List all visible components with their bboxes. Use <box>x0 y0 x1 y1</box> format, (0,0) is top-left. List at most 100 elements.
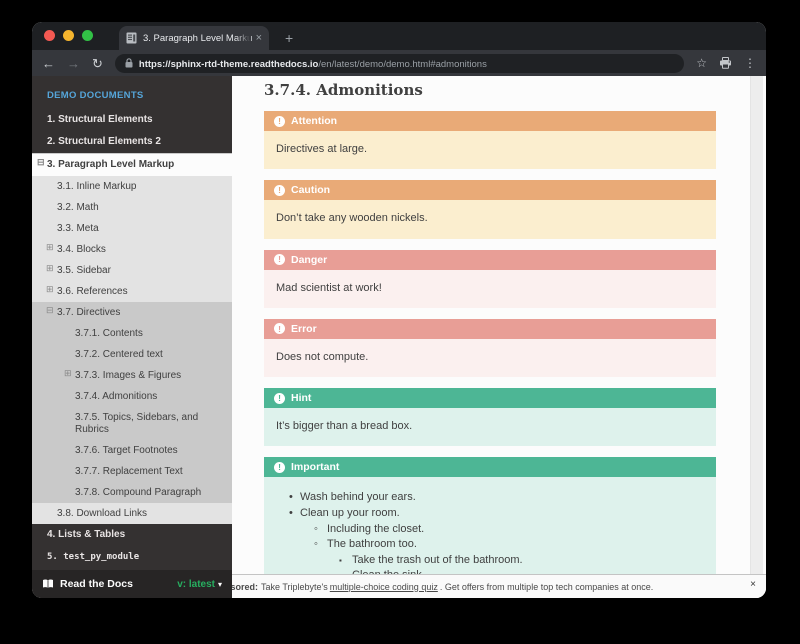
admonition-title: Caution <box>291 184 330 196</box>
list-item: The bathroom too. <box>276 537 704 553</box>
sidebar-item-label: 4. Lists & Tables <box>47 529 125 540</box>
sidebar-item[interactable]: 3.7.7. Replacement Text <box>32 461 232 482</box>
exclamation-circle-icon: ! <box>274 462 285 473</box>
sidebar-item-label: 3.7.1. Contents <box>75 328 143 339</box>
admonition-attention: !Attention Directives at large. <box>264 111 716 169</box>
bookmark-star-icon[interactable]: ☆ <box>696 57 707 69</box>
exclamation-circle-icon: ! <box>274 185 285 196</box>
admonition-text: It’s bigger than a bread box. <box>276 420 412 432</box>
ad-close-icon[interactable]: × <box>750 579 756 590</box>
book-icon <box>42 579 54 589</box>
admonition-text: Mad scientist at work! <box>276 282 382 294</box>
sidebar-item[interactable]: 2. Structural Elements 2 <box>32 131 232 153</box>
admonition-text: Directives at large. <box>276 143 367 155</box>
admonition-title-bar: !Danger <box>264 250 716 270</box>
version-badge[interactable]: v: latest <box>177 579 215 590</box>
printer-icon[interactable] <box>719 57 732 69</box>
tab-close-icon[interactable]: × <box>256 33 262 44</box>
exclamation-circle-icon: ! <box>274 116 285 127</box>
expand-icon[interactable]: ⊞ <box>46 285 54 294</box>
admonition-danger: !Danger Mad scientist at work! <box>264 250 716 308</box>
sidebar-caption-demo-documents: DEMO DOCUMENTS <box>32 84 232 109</box>
list-item: Including the closet. <box>276 522 704 538</box>
version-caret-icon[interactable]: ▾ <box>218 580 222 589</box>
admonition-title-bar: !Hint <box>264 388 716 408</box>
sidebar-item[interactable]: ⊟3. Paragraph Level Markup <box>32 153 232 176</box>
menu-dots-icon[interactable]: ⋮ <box>744 56 756 70</box>
sidebar-item[interactable]: ⊞3.6. References <box>32 281 232 302</box>
sidebar-item-label: 3.4. Blocks <box>57 244 106 255</box>
new-tab-button[interactable]: + <box>285 31 293 45</box>
admonition-body: Does not compute. <box>264 339 716 377</box>
exclamation-circle-icon: ! <box>274 323 285 334</box>
sidebar-item-label: 3.7. Directives <box>57 307 120 318</box>
sidebar-item-label: 2. Structural Elements 2 <box>47 136 161 147</box>
page-title: 3.7.4. Admonitions <box>264 81 766 99</box>
list-item: Take the trash out of the bathroom. <box>276 553 704 569</box>
sidebar-item[interactable]: 3.7.2. Centered text <box>32 344 232 365</box>
sidebar-item[interactable]: 5. test_py_module <box>32 546 232 568</box>
sidebar-item-label: 3.7.5. Topics, Sidebars, and Rubrics <box>75 412 198 435</box>
admonition-body: Directives at large. <box>264 131 716 169</box>
sidebar-item-label: 3.7.4. Admonitions <box>75 391 157 402</box>
admonition-caution: ! Caution Don’t take any wooden nickels. <box>264 180 716 238</box>
sidebar-item[interactable]: 3.7.5. Topics, Sidebars, and Rubrics <box>32 407 232 440</box>
expand-icon[interactable]: ⊞ <box>64 369 72 378</box>
sidebar-item[interactable]: ⊟3.7. Directives <box>32 302 232 323</box>
sidebar-item[interactable]: ⊞3.7.3. Images & Figures <box>32 365 232 386</box>
sidebar-item[interactable]: 3.1. Inline Markup <box>32 176 232 197</box>
url-host: https://sphinx-rtd-theme.readthedocs.io <box>139 59 318 70</box>
lock-icon[interactable] <box>125 58 133 68</box>
list-item: Clean up your room. <box>276 506 704 522</box>
sidebar-item-label: 3.7.7. Replacement Text <box>75 466 183 477</box>
admonition-title: Danger <box>291 254 327 266</box>
ad-text-after: . Get offers from multiple top tech comp… <box>440 582 653 592</box>
sidebar-item[interactable]: 3.2. Math <box>32 197 232 218</box>
sidebar-item-label: 1. Structural Elements <box>47 114 153 125</box>
admonition-hint: !Hint It’s bigger than a bread box. <box>264 388 716 446</box>
readthedocs-label: Read the Docs <box>60 578 177 590</box>
expand-icon[interactable]: ⊞ <box>46 243 54 252</box>
expand-icon[interactable]: ⊞ <box>46 264 54 273</box>
sidebar-item[interactable]: 3.7.8. Compound Paragraph <box>32 482 232 503</box>
browser-tab[interactable]: 3. Paragraph Level Markup — R × <box>119 26 269 50</box>
sidebar-nav-items: 1. Structural Elements 2. Structural Elem… <box>32 109 232 568</box>
sidebar-item[interactable]: ⊞3.4. Blocks <box>32 239 232 260</box>
admonition-body: It’s bigger than a bread box. <box>264 408 716 446</box>
admonitions-section: !Attention Directives at large.! Caution Do… <box>264 111 766 598</box>
ad-link[interactable]: multiple-choice coding quiz <box>330 582 438 592</box>
sidebar-item-label: 3.7.6. Target Footnotes <box>75 445 178 456</box>
sidebar-item[interactable]: 3.7.4. Admonitions <box>32 386 232 407</box>
readthedocs-favicon <box>126 32 137 44</box>
sidebar-item[interactable]: 4. Lists & Tables <box>32 524 232 546</box>
list-item: Wash behind your ears. <box>276 490 704 506</box>
admonition-text: Don’t take any wooden nickels. <box>276 212 428 224</box>
readthedocs-footer[interactable]: Read the Docs v: latest ▾ <box>32 570 232 598</box>
sidebar-item[interactable]: 3.3. Meta <box>32 218 232 239</box>
collapse-icon[interactable]: ⊟ <box>37 158 45 167</box>
url-path: /en/latest/demo/demo.html#admonitions <box>318 59 486 70</box>
sidebar-item[interactable]: 1. Structural Elements <box>32 109 232 131</box>
address-bar[interactable]: https://sphinx-rtd-theme.readthedocs.io/… <box>115 54 684 73</box>
sidebar-item-label: 3. Paragraph Level Markup <box>47 159 174 170</box>
refresh-icon[interactable]: ↻ <box>92 57 103 70</box>
close-window-button[interactable] <box>44 30 55 41</box>
forward-icon[interactable]: → <box>67 57 80 70</box>
vertical-scrollbar[interactable] <box>750 76 763 598</box>
zoom-window-button[interactable] <box>82 30 93 41</box>
sidebar-item-label: 3.7.2. Centered text <box>75 349 163 360</box>
admonition-title-bar: !Attention <box>264 111 716 131</box>
collapse-icon[interactable]: ⊟ <box>46 306 54 315</box>
sidebar: DEMO DOCUMENTS 1. Structural Elements 2. … <box>32 76 232 598</box>
tab-bar: 3. Paragraph Level Markup — R × + <box>32 22 766 50</box>
sidebar-item-label: 3.6. References <box>57 286 128 297</box>
sidebar-item-label: 3.8. Download Links <box>57 508 147 519</box>
traffic-lights <box>32 30 105 50</box>
minimize-window-button[interactable] <box>63 30 74 41</box>
sidebar-item[interactable]: ⊞3.5. Sidebar <box>32 260 232 281</box>
sidebar-item[interactable]: 3.7.6. Target Footnotes <box>32 440 232 461</box>
sidebar-item[interactable]: 3.7.1. Contents <box>32 323 232 344</box>
back-icon[interactable]: ← <box>42 57 55 70</box>
admonition-body: Mad scientist at work! <box>264 270 716 308</box>
sidebar-item[interactable]: 3.8. Download Links <box>32 503 232 524</box>
